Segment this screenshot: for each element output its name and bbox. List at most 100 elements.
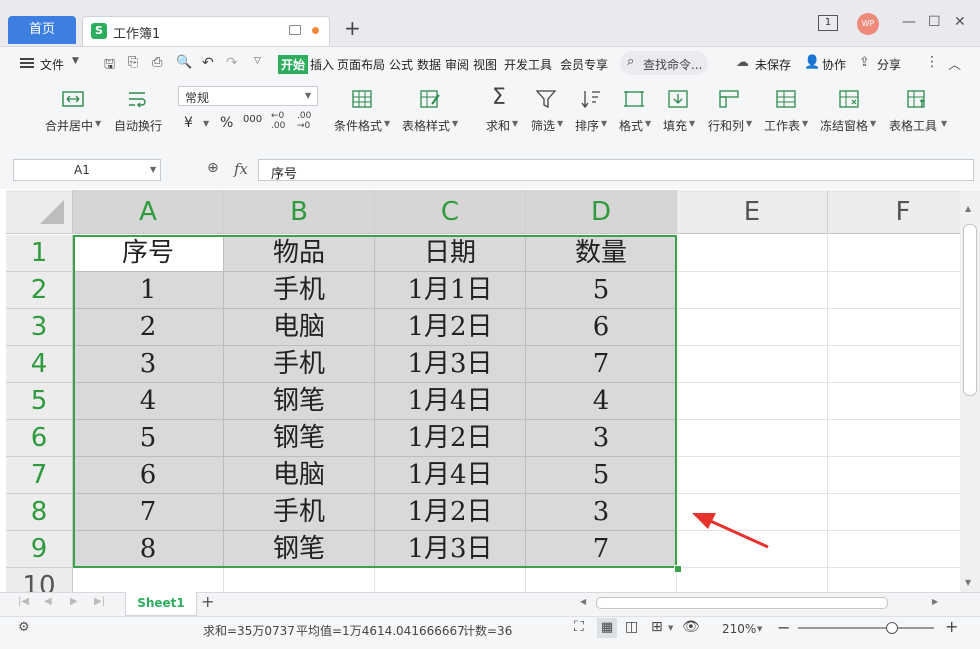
chevron-down-icon[interactable]: ▼ bbox=[689, 119, 695, 128]
print-preview-icon[interactable]: 🔍 bbox=[176, 55, 192, 70]
chevron-down-icon[interactable]: ▼ bbox=[203, 119, 209, 128]
currency-button[interactable]: ¥ bbox=[184, 115, 193, 131]
decrease-decimal-icon[interactable]: .00 →0 bbox=[297, 111, 311, 131]
row-column-icon[interactable] bbox=[718, 89, 740, 109]
sheet-nav-last-icon[interactable]: ▶| bbox=[94, 596, 105, 607]
row-header-2[interactable]: 2 bbox=[6, 272, 73, 309]
zoom-slider-thumb[interactable] bbox=[886, 622, 898, 634]
sheet-nav-next-icon[interactable]: ▶ bbox=[70, 596, 78, 607]
row-header-1[interactable]: 1 bbox=[6, 235, 73, 272]
cell-a7[interactable]: 6 bbox=[73, 457, 224, 494]
file-menu[interactable]: 文件 bbox=[40, 56, 64, 73]
conditional-format-icon[interactable] bbox=[351, 89, 373, 109]
cell-a1[interactable]: 序号 bbox=[73, 235, 224, 272]
merge-center-button[interactable]: 合并居中 bbox=[45, 117, 93, 134]
column-header-b[interactable]: B bbox=[224, 190, 375, 234]
fx-icon[interactable]: fx bbox=[234, 160, 248, 178]
sheet-tab-sheet1[interactable]: Sheet1 bbox=[125, 592, 197, 616]
close-icon[interactable]: ✕ bbox=[954, 14, 966, 30]
minimize-icon[interactable]: — bbox=[902, 14, 916, 30]
row-header-8[interactable]: 8 bbox=[6, 494, 73, 531]
menu-item-data[interactable]: 数据 bbox=[417, 56, 441, 73]
chevron-down-icon[interactable]: ▼ bbox=[870, 119, 876, 128]
undo-icon[interactable]: ↶ bbox=[202, 55, 214, 71]
cell-c8[interactable]: 1月2日 bbox=[375, 494, 526, 531]
chevron-down-icon[interactable]: ▼ bbox=[645, 119, 651, 128]
maximize-icon[interactable]: ☐ bbox=[928, 14, 941, 30]
add-sheet-button[interactable]: + bbox=[201, 592, 214, 611]
more-options-icon[interactable]: ⋮ bbox=[925, 54, 939, 70]
scroll-left-icon[interactable]: ◀ bbox=[580, 597, 586, 606]
fill-button[interactable]: 填充 bbox=[663, 117, 687, 134]
print-icon[interactable]: ⎙ bbox=[152, 55, 162, 70]
cell-a8[interactable]: 7 bbox=[73, 494, 224, 531]
cell-b1[interactable]: 物品 bbox=[224, 235, 375, 272]
zoom-level[interactable]: 210% bbox=[722, 622, 756, 636]
cell-c2[interactable]: 1月1日 bbox=[375, 272, 526, 309]
conditional-format-button[interactable]: 条件格式 bbox=[334, 117, 382, 134]
cell-a2[interactable]: 1 bbox=[73, 272, 224, 309]
row-header-3[interactable]: 3 bbox=[6, 309, 73, 346]
percent-button[interactable]: % bbox=[220, 115, 233, 131]
eye-protection-icon[interactable]: 👁 bbox=[682, 619, 700, 635]
chevron-down-icon[interactable]: ▼ bbox=[601, 119, 607, 128]
column-header-a[interactable]: A bbox=[73, 190, 224, 234]
cell-b5[interactable]: 钢笔 bbox=[224, 383, 375, 420]
fill-handle[interactable] bbox=[674, 565, 682, 573]
cell-a6[interactable]: 5 bbox=[73, 420, 224, 457]
format-button[interactable]: 格式 bbox=[619, 117, 643, 134]
cell-b2[interactable]: 手机 bbox=[224, 272, 375, 309]
page-badge[interactable]: 1 bbox=[818, 15, 838, 31]
page-view-icon[interactable]: ◫ bbox=[625, 619, 638, 635]
menu-item-review[interactable]: 审阅 bbox=[445, 56, 469, 73]
row-column-button[interactable]: 行和列 bbox=[708, 117, 744, 134]
row-header-10[interactable]: 10 bbox=[6, 568, 73, 592]
worksheet-icon[interactable] bbox=[775, 89, 797, 109]
row-header-7[interactable]: 7 bbox=[6, 457, 73, 494]
vertical-scrollbar[interactable]: ▲ ▼ bbox=[960, 190, 980, 592]
redo-icon[interactable]: ↷ bbox=[226, 55, 238, 71]
chevron-down-icon[interactable]: ▼ bbox=[72, 56, 79, 66]
chevron-down-icon[interactable]: ▼ bbox=[668, 624, 673, 632]
save-icon[interactable]: 🖫 bbox=[104, 55, 115, 77]
cell-d3[interactable]: 6 bbox=[526, 309, 677, 346]
collaborate-button[interactable]: 协作 bbox=[822, 56, 846, 73]
chevron-down-icon[interactable]: ▼ bbox=[746, 119, 752, 128]
cell-a5[interactable]: 4 bbox=[73, 383, 224, 420]
cell-a3[interactable]: 2 bbox=[73, 309, 224, 346]
sort-icon[interactable] bbox=[580, 89, 602, 109]
horizontal-scroll-thumb[interactable] bbox=[596, 597, 888, 609]
table-style-icon[interactable] bbox=[419, 89, 441, 109]
cell-c4[interactable]: 1月3日 bbox=[375, 346, 526, 383]
zoom-formula-icon[interactable]: ⊕ bbox=[207, 160, 219, 176]
menu-item-developer[interactable]: 开发工具 bbox=[504, 56, 552, 73]
cell-c5[interactable]: 1月4日 bbox=[375, 383, 526, 420]
select-all-corner[interactable] bbox=[6, 190, 73, 234]
chevron-down-icon[interactable]: ▼ bbox=[95, 119, 101, 128]
column-header-d[interactable]: D bbox=[526, 190, 677, 234]
cell-a9[interactable]: 8 bbox=[73, 531, 224, 568]
cell-d1[interactable]: 数量 bbox=[526, 235, 677, 272]
row-header-4[interactable]: 4 bbox=[6, 346, 73, 383]
cell-b4[interactable]: 手机 bbox=[224, 346, 375, 383]
wrap-text-button[interactable]: 自动换行 bbox=[114, 117, 162, 134]
sort-button[interactable]: 排序 bbox=[575, 117, 599, 134]
share-button[interactable]: 分享 bbox=[877, 56, 901, 73]
menu-item-insert[interactable]: 插入 bbox=[310, 56, 334, 73]
chevron-down-icon[interactable]: ▼ bbox=[757, 625, 762, 633]
row-header-9[interactable]: 9 bbox=[6, 531, 73, 568]
hamburger-icon[interactable] bbox=[20, 58, 34, 68]
formula-input[interactable]: 序号 bbox=[258, 159, 974, 182]
scroll-thumb[interactable] bbox=[963, 224, 977, 396]
cell-c9[interactable]: 1月3日 bbox=[375, 531, 526, 568]
table-style-button[interactable]: 表格样式 bbox=[402, 117, 450, 134]
sum-button[interactable]: 求和 bbox=[486, 117, 510, 134]
normal-view-icon[interactable]: ▦ bbox=[597, 618, 617, 638]
chevron-down-icon[interactable]: ▼ bbox=[941, 119, 947, 128]
row-header-6[interactable]: 6 bbox=[6, 420, 73, 457]
menu-item-formula[interactable]: 公式 bbox=[389, 56, 413, 73]
more-icon[interactable]: ▽ bbox=[254, 56, 261, 66]
filter-button[interactable]: 筛选 bbox=[531, 117, 555, 134]
cell-d2[interactable]: 5 bbox=[526, 272, 677, 309]
worksheet-button[interactable]: 工作表 bbox=[764, 117, 800, 134]
